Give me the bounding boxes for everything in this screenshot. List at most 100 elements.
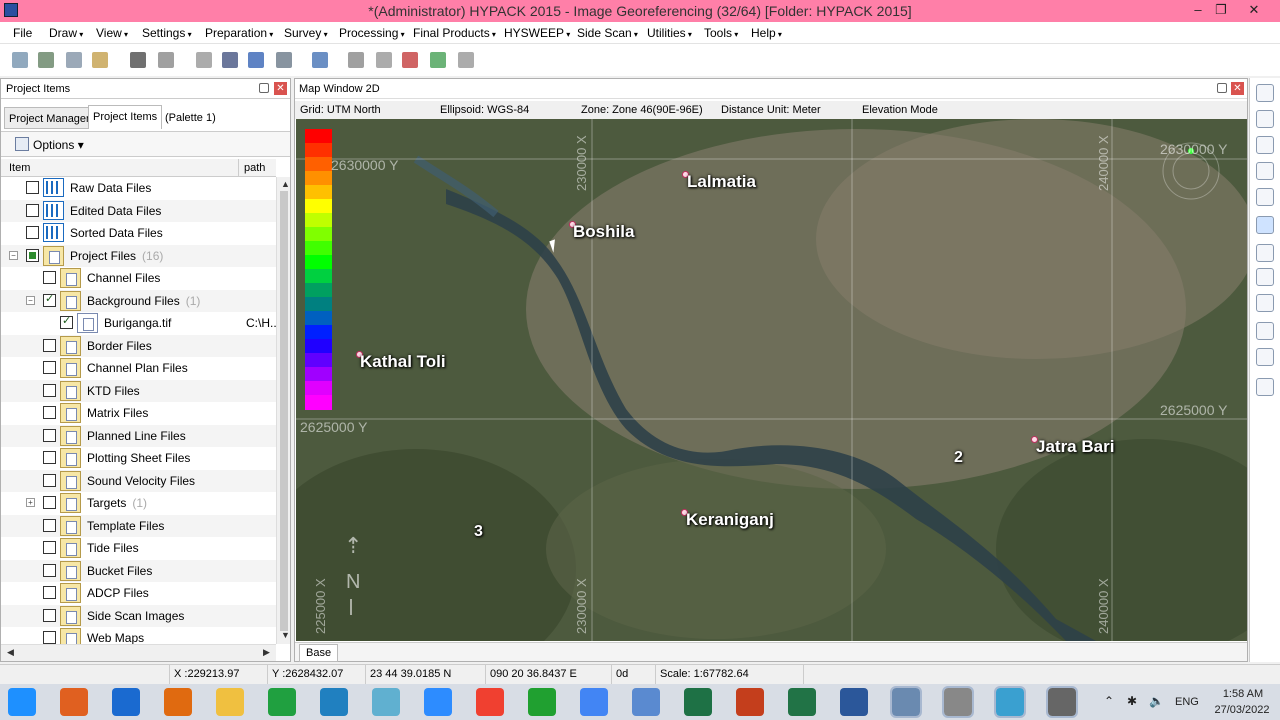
database-icon[interactable] — [458, 52, 474, 68]
col-item[interactable]: Item — [9, 162, 30, 174]
zoom-out-icon[interactable] — [1256, 110, 1274, 128]
tab-base[interactable]: Base — [299, 644, 339, 662]
tree-row[interactable]: Edited Data Files — [1, 199, 276, 222]
save-icon[interactable] — [12, 52, 28, 68]
tree-row[interactable]: Template Files — [1, 514, 276, 537]
menu-view[interactable]: View ▾ — [96, 26, 128, 40]
tree-row[interactable]: Planned Line Files — [1, 424, 276, 447]
book-icon[interactable] — [222, 52, 238, 68]
tree-row[interactable]: Matrix Files — [1, 402, 276, 425]
database-icon[interactable] — [372, 688, 400, 716]
tree-row[interactable]: Tide Files — [1, 537, 276, 560]
undo-icon[interactable] — [1256, 322, 1274, 340]
menu-preparation[interactable]: Preparation ▾ — [205, 26, 273, 40]
tree-row[interactable]: ADCP Files — [1, 582, 276, 605]
pointer-icon[interactable] — [1256, 216, 1274, 234]
clock-date[interactable]: 27/03/2022 — [1208, 704, 1276, 716]
edit-icon[interactable] — [92, 52, 108, 68]
tree-row[interactable]: Side Scan Images — [1, 604, 276, 627]
image-icon[interactable] — [430, 52, 446, 68]
menu-processing[interactable]: Processing ▾ — [339, 26, 405, 40]
item-checkbox[interactable] — [43, 361, 56, 374]
git-icon[interactable] — [476, 688, 504, 716]
select-icon[interactable] — [1256, 188, 1274, 206]
tree-row[interactable]: Channel Plan Files — [1, 357, 276, 380]
tree-row[interactable]: Plotting Sheet Files — [1, 447, 276, 470]
item-checkbox[interactable] — [43, 518, 56, 532]
expand-toggle[interactable]: − — [9, 250, 18, 260]
excel-icon[interactable] — [684, 688, 712, 716]
target-icon[interactable] — [1256, 378, 1274, 396]
dvr-icon[interactable] — [994, 686, 1026, 718]
refresh-icon[interactable] — [528, 688, 556, 716]
item-checkbox[interactable] — [43, 271, 56, 284]
item-checkbox[interactable] — [26, 203, 39, 217]
maximize-button[interactable]: ❐ — [1207, 0, 1235, 22]
survey-icon[interactable] — [66, 52, 82, 68]
tab-project-manager[interactable]: Project Manager — [4, 107, 95, 129]
options-button[interactable]: Options ▾ — [33, 138, 84, 152]
ie-icon[interactable] — [112, 688, 140, 716]
tree-row[interactable]: Bucket Files — [1, 559, 276, 582]
tree-row[interactable]: Web Maps — [1, 627, 276, 644]
powerpoint-icon[interactable] — [736, 688, 764, 716]
north-icon[interactable] — [1256, 268, 1274, 286]
close-button[interactable]: ✕ — [1240, 0, 1268, 22]
menu-help[interactable]: Help ▾ — [751, 26, 782, 40]
tray-chevron-icon[interactable]: ⌃ — [1104, 694, 1114, 708]
menu-utilities[interactable]: Utilities ▾ — [647, 26, 692, 40]
matlab-icon[interactable] — [60, 688, 88, 716]
globe-icon[interactable] — [38, 52, 54, 68]
volume-icon[interactable]: 🔈 — [1149, 694, 1164, 708]
map-canvas[interactable]: 2630000 Y 2630000 Y 2625000 Y 2625000 Y … — [296, 119, 1247, 641]
item-checkbox[interactable] — [26, 181, 39, 194]
zoom-icon[interactable] — [276, 52, 292, 68]
map-close-icon[interactable]: ✕ — [1231, 82, 1244, 95]
r-app-icon[interactable] — [632, 688, 660, 716]
pin-icon[interactable] — [1217, 83, 1227, 93]
item-checkbox[interactable] — [43, 473, 56, 487]
edit-icon[interactable] — [1256, 348, 1274, 366]
target-marker-2[interactable]: 2 — [954, 449, 963, 467]
tree-row[interactable]: − Project Files (16) — [1, 244, 276, 267]
hypack-icon[interactable] — [942, 686, 974, 718]
line-icon[interactable] — [1256, 244, 1274, 262]
menu-hysweep[interactable]: HYSWEEP ▾ — [504, 26, 570, 40]
triangle-icon[interactable] — [402, 52, 418, 68]
item-checkbox[interactable] — [26, 226, 39, 239]
hypack-window-icon[interactable] — [890, 686, 922, 718]
tab-project-items[interactable]: Project Items — [88, 105, 163, 129]
item-checkbox[interactable] — [43, 563, 56, 577]
tree-row[interactable]: Channel Files — [1, 267, 276, 290]
explorer-icon[interactable] — [216, 688, 244, 716]
tree-row[interactable]: + Targets (1) — [1, 492, 276, 515]
item-checkbox[interactable] — [43, 451, 56, 464]
item-checkbox[interactable] — [43, 586, 56, 599]
tree-row[interactable]: Buriganga.tif C:\H.. — [1, 312, 276, 335]
item-checkbox[interactable] — [43, 428, 56, 442]
tree-row[interactable]: Border Files — [1, 334, 276, 357]
menu-final-products[interactable]: Final Products ▾ — [413, 26, 496, 40]
zoom-icon[interactable] — [424, 688, 452, 716]
word-icon[interactable] — [840, 688, 868, 716]
item-checkbox[interactable] — [43, 406, 56, 419]
item-checkbox[interactable] — [43, 292, 56, 307]
excel-green-icon[interactable] — [268, 688, 296, 716]
curve-icon[interactable] — [196, 52, 212, 68]
item-checkbox[interactable] — [60, 314, 73, 329]
tree-row[interactable]: KTD Files — [1, 379, 276, 402]
tree-hscrollbar[interactable]: ◀ ▶ — [1, 644, 276, 661]
item-checkbox[interactable] — [43, 338, 56, 352]
pin-icon[interactable] — [259, 83, 269, 93]
hypack-logo-icon[interactable] — [1046, 686, 1078, 718]
tree-row[interactable]: Sound Velocity Files — [1, 469, 276, 492]
menu-tools[interactable]: Tools ▾ — [704, 26, 738, 40]
zoom-extents-icon[interactable] — [1256, 136, 1274, 154]
clock-time[interactable]: 1:58 AM — [1213, 688, 1273, 700]
col-path[interactable]: path — [244, 162, 265, 174]
menu-draw[interactable]: Draw ▾ — [49, 26, 83, 40]
windows-start-icon[interactable] — [8, 688, 36, 716]
item-checkbox[interactable] — [26, 248, 39, 262]
menu-side-scan[interactable]: Side Scan ▾ — [577, 26, 638, 40]
zoom-window-icon[interactable] — [1256, 162, 1274, 180]
